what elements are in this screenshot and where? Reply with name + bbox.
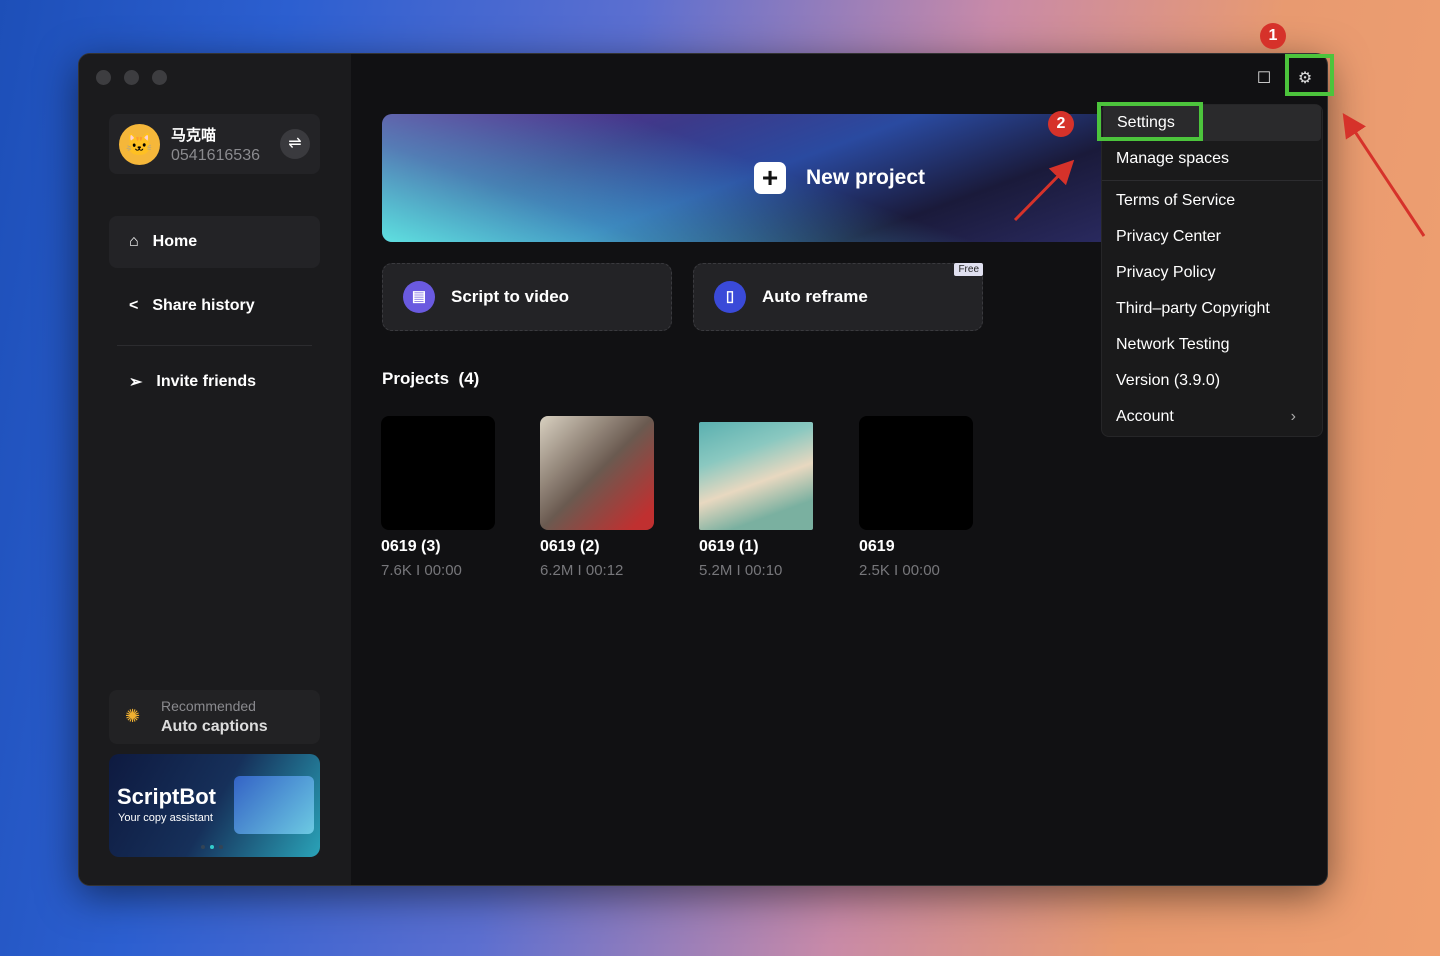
arrow-to-settings [1013,159,1075,222]
arrow-to-gear [1342,112,1426,237]
annotation-arrows [1013,112,1426,237]
